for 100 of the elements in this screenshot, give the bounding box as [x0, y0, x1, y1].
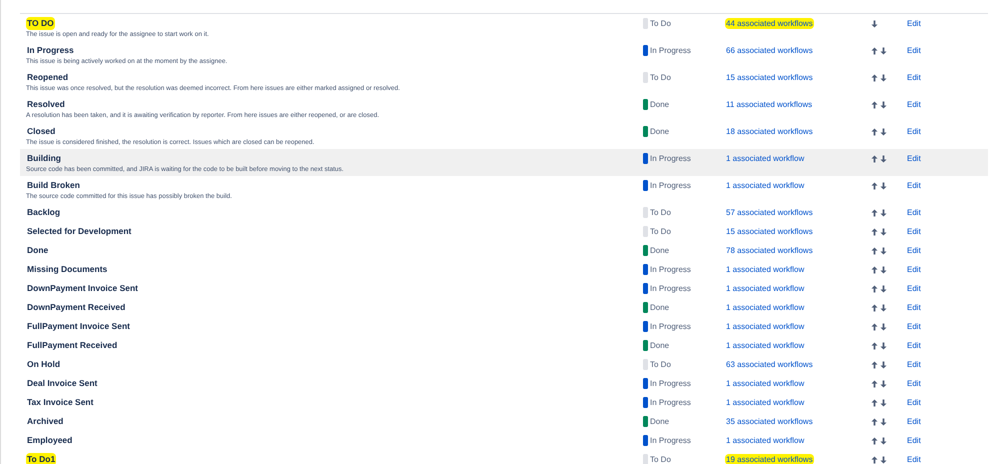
- move-up-icon[interactable]: [871, 154, 878, 162]
- move-up-icon[interactable]: [871, 46, 878, 54]
- workflows-link[interactable]: 1 associated workflow: [725, 378, 806, 389]
- move-up-icon[interactable]: [871, 246, 878, 254]
- workflows-link[interactable]: 57 associated workflows: [725, 207, 814, 218]
- move-down-icon[interactable]: [880, 74, 887, 82]
- move-up-icon[interactable]: [871, 128, 878, 136]
- move-down-icon[interactable]: [880, 46, 887, 54]
- edit-link[interactable]: Edit: [906, 416, 922, 427]
- move-up-icon[interactable]: [871, 398, 878, 406]
- category-label: Done: [650, 100, 670, 109]
- edit-link[interactable]: Edit: [906, 264, 922, 275]
- move-up-icon[interactable]: [871, 436, 878, 444]
- edit-link[interactable]: Edit: [906, 302, 922, 313]
- category-label: To Do: [650, 73, 671, 82]
- workflows-link[interactable]: 1 associated workflow: [725, 264, 806, 275]
- move-up-icon[interactable]: [871, 418, 878, 426]
- move-down-icon[interactable]: [871, 20, 878, 28]
- move-down-icon[interactable]: [880, 100, 887, 108]
- edit-link[interactable]: Edit: [906, 126, 922, 137]
- edit-link[interactable]: Edit: [906, 226, 922, 237]
- workflows-link[interactable]: 63 associated workflows: [725, 359, 814, 370]
- status-name: Resolved: [26, 98, 66, 111]
- category-label: In Progress: [650, 46, 691, 55]
- category-label: To Do: [650, 227, 671, 236]
- move-down-icon[interactable]: [880, 322, 887, 330]
- move-down-icon[interactable]: [880, 342, 887, 350]
- workflows-link[interactable]: 1 associated workflow: [725, 302, 806, 313]
- move-up-icon[interactable]: [871, 100, 878, 108]
- status-name: Backlog: [26, 206, 62, 219]
- status-name: Reopened: [26, 71, 70, 84]
- move-up-icon[interactable]: [871, 74, 878, 82]
- workflows-link[interactable]: 66 associated workflows: [725, 45, 814, 56]
- workflows-link[interactable]: 78 associated workflows: [725, 245, 814, 256]
- status-name: Employeed: [26, 434, 74, 447]
- workflows-link[interactable]: 1 associated workflow: [725, 153, 806, 164]
- move-down-icon[interactable]: [880, 182, 887, 190]
- edit-link[interactable]: Edit: [906, 207, 922, 218]
- edit-link[interactable]: Edit: [906, 283, 922, 294]
- move-up-icon[interactable]: [871, 266, 878, 274]
- move-down-icon[interactable]: [880, 154, 887, 162]
- edit-link[interactable]: Edit: [906, 72, 922, 83]
- edit-link[interactable]: Edit: [906, 397, 922, 408]
- move-down-icon[interactable]: [880, 128, 887, 136]
- workflows-link[interactable]: 1 associated workflow: [725, 283, 806, 294]
- move-up-icon[interactable]: [871, 284, 878, 292]
- edit-link[interactable]: Edit: [906, 340, 922, 351]
- workflows-link[interactable]: 1 associated workflow: [725, 340, 806, 351]
- move-down-icon[interactable]: [880, 304, 887, 312]
- category-label: Done: [650, 341, 670, 350]
- move-down-icon[interactable]: [880, 284, 887, 292]
- workflows-link[interactable]: 19 associated workflows: [725, 454, 814, 464]
- move-down-icon[interactable]: [880, 456, 887, 464]
- edit-link[interactable]: Edit: [906, 321, 922, 332]
- category-label: To Do: [650, 360, 671, 369]
- move-down-icon[interactable]: [880, 398, 887, 406]
- category-label: Done: [650, 127, 670, 136]
- workflows-link[interactable]: 1 associated workflow: [725, 435, 806, 446]
- move-up-icon[interactable]: [871, 360, 878, 368]
- move-down-icon[interactable]: [880, 246, 887, 254]
- edit-link[interactable]: Edit: [906, 359, 922, 370]
- move-down-icon[interactable]: [880, 380, 887, 388]
- move-up-icon[interactable]: [871, 182, 878, 190]
- status-name: Deal Invoice Sent: [26, 377, 98, 390]
- workflows-link[interactable]: 11 associated workflows: [725, 99, 814, 110]
- workflows-link[interactable]: 1 associated workflow: [725, 321, 806, 332]
- workflows-link[interactable]: 18 associated workflows: [725, 126, 814, 137]
- move-up-icon[interactable]: [871, 456, 878, 464]
- move-up-icon[interactable]: [871, 322, 878, 330]
- workflows-link[interactable]: 15 associated workflows: [725, 226, 814, 237]
- move-down-icon[interactable]: [880, 436, 887, 444]
- category-label: To Do: [650, 208, 671, 217]
- move-up-icon[interactable]: [871, 342, 878, 350]
- edit-link[interactable]: Edit: [906, 378, 922, 389]
- move-down-icon[interactable]: [880, 266, 887, 274]
- edit-link[interactable]: Edit: [906, 18, 922, 29]
- move-up-icon[interactable]: [871, 380, 878, 388]
- move-down-icon[interactable]: [880, 228, 887, 236]
- workflows-link[interactable]: 44 associated workflows: [725, 18, 814, 29]
- move-up-icon[interactable]: [871, 228, 878, 236]
- status-name: Tax Invoice Sent: [26, 396, 94, 409]
- edit-link[interactable]: Edit: [906, 153, 922, 164]
- move-down-icon[interactable]: [880, 360, 887, 368]
- category-label: In Progress: [650, 379, 691, 388]
- edit-link[interactable]: Edit: [906, 454, 922, 464]
- move-up-icon[interactable]: [871, 208, 878, 216]
- workflows-link[interactable]: 15 associated workflows: [725, 72, 814, 83]
- edit-link[interactable]: Edit: [906, 99, 922, 110]
- workflows-link[interactable]: 35 associated workflows: [725, 416, 814, 427]
- move-down-icon[interactable]: [880, 208, 887, 216]
- workflows-link[interactable]: 1 associated workflow: [725, 180, 806, 191]
- move-up-icon[interactable]: [871, 304, 878, 312]
- status-name: FullPayment Received: [26, 339, 118, 352]
- edit-link[interactable]: Edit: [906, 435, 922, 446]
- category-label: In Progress: [650, 181, 691, 190]
- move-down-icon[interactable]: [880, 418, 887, 426]
- edit-link[interactable]: Edit: [906, 245, 922, 256]
- edit-link[interactable]: Edit: [906, 45, 922, 56]
- workflows-link[interactable]: 1 associated workflow: [725, 397, 806, 408]
- edit-link[interactable]: Edit: [906, 180, 922, 191]
